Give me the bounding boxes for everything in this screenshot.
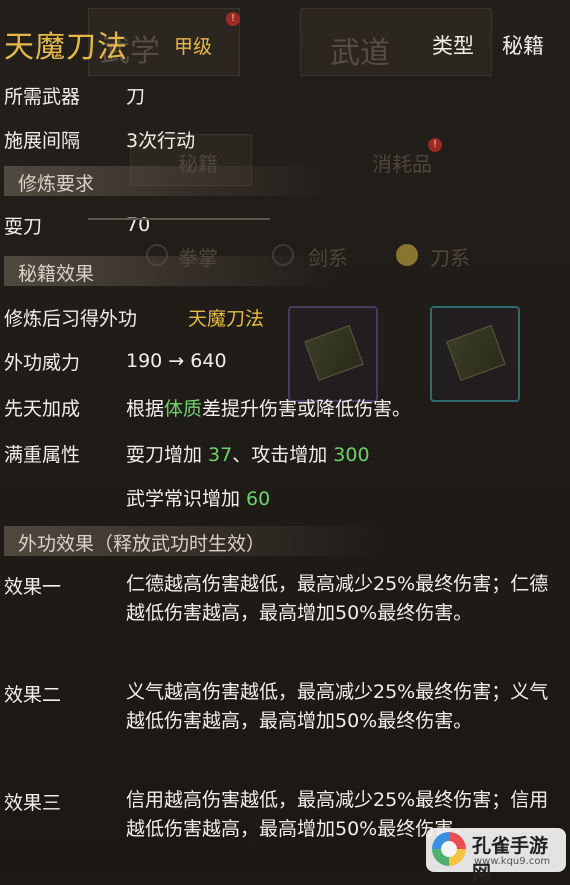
innate-label: 先天加成 <box>4 398 81 420</box>
type-tab[interactable]: 类型 <box>432 30 474 60</box>
weapon-label: 所需武器 <box>4 86 81 108</box>
interval-value: 3次行动 <box>126 130 196 152</box>
innate-suffix: 差提升伤害或降低伤害。 <box>202 398 412 420</box>
full-bonus-b-value: 300 <box>333 444 370 466</box>
interval-label: 施展间隔 <box>4 130 81 152</box>
requirement-section-title: 修炼要求 <box>18 173 95 195</box>
effect-1-label: 效果一 <box>4 576 62 598</box>
requirement-divider <box>88 218 270 220</box>
full-bonus-c-value: 60 <box>246 488 271 510</box>
skill-name: 天魔刀法 <box>4 30 128 65</box>
full-bonus-label: 满重属性 <box>4 444 81 466</box>
effect-1-text: 仁德越高伤害越低，最高减少25%最终伤害；仁德越低伤害越高，最高增加50%最终伤… <box>126 573 549 624</box>
power-value: 190 → 640 <box>126 350 227 372</box>
learn-label: 修炼后习得外功 <box>4 308 138 330</box>
innate-description: 根据体质差提升伤害或降低伤害。 <box>126 394 411 421</box>
skill-grade: 甲级 <box>174 36 213 58</box>
weapon-value: 刀 <box>126 86 146 108</box>
watermark-url: www.kqu9.com <box>474 856 551 867</box>
requirement-section-header: 修炼要求 <box>4 166 334 196</box>
requirement-stat-label: 耍刀 <box>4 216 43 238</box>
full-bonus-line1: 耍刀增加 37、攻击增加 300 <box>126 440 370 467</box>
full-bonus-c-text: 武学常识增加 <box>126 488 247 510</box>
secret-effect-section-title: 秘籍效果 <box>18 263 95 285</box>
power-label: 外功威力 <box>4 352 81 374</box>
secret-effect-section-header: 秘籍效果 <box>4 256 334 286</box>
full-bonus-a-value: 37 <box>208 444 233 466</box>
secret-tab[interactable]: 秘籍 <box>502 30 544 60</box>
innate-prefix: 根据 <box>126 398 165 420</box>
effect-2-label: 效果二 <box>4 684 62 706</box>
full-bonus-line2: 武学常识增加 60 <box>126 484 270 511</box>
full-bonus-b-text: 、攻击增加 <box>232 444 334 466</box>
innate-stat: 体质 <box>164 398 203 420</box>
external-effect-section-header: 外功效果（释放武功时生效） <box>4 526 384 556</box>
watermark-logo-icon <box>432 832 466 866</box>
skill-tooltip: 天魔刀法 甲级 类型 秘籍 所需武器 刀 施展间隔 3次行动 修炼要求 耍刀 7… <box>0 0 570 876</box>
effect-3-label: 效果三 <box>4 792 62 814</box>
learn-value: 天魔刀法 <box>188 308 265 330</box>
effect-2-text: 义气越高伤害越低，最高减少25%最终伤害；义气越低伤害越高，最高增加50%最终伤… <box>126 681 549 732</box>
full-bonus-a-text: 耍刀增加 <box>126 444 209 466</box>
site-watermark: 孔雀手游网 www.kqu9.com <box>426 828 566 884</box>
external-effect-section-title: 外功效果（释放武功时生效） <box>18 533 266 555</box>
